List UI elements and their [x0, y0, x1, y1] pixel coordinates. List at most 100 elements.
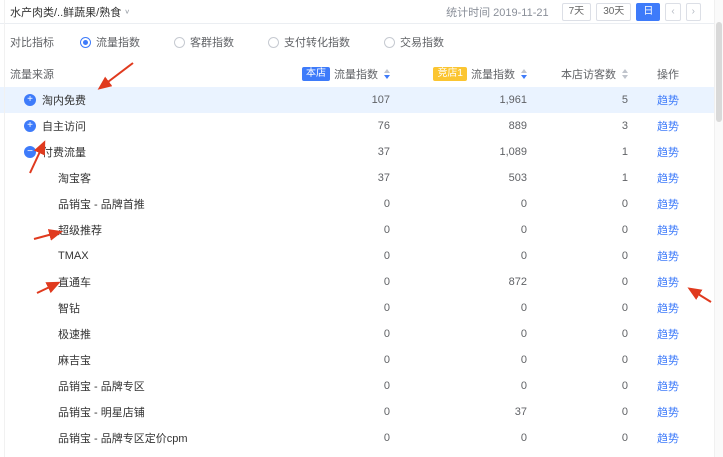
source-cell: 超级推荐 — [10, 222, 280, 238]
own-visitors-value: 1 — [527, 146, 628, 158]
source-cell: 极速推 — [10, 326, 280, 342]
radio-traffic-index[interactable]: 流量指数 — [80, 34, 140, 50]
own-visitors-value: 0 — [527, 224, 628, 236]
traffic-source-label: 品销宝 - 品牌专区定价cpm — [58, 430, 188, 446]
own-index-value: 37 — [280, 172, 390, 184]
own-visitors-value: 1 — [527, 172, 628, 184]
trend-link[interactable]: 趋势 — [657, 303, 679, 315]
traffic-source-label: 淘内免费 — [42, 92, 86, 108]
table-row[interactable]: 品销宝 - 明星店铺 0 37 0 趋势 — [0, 399, 723, 425]
table-row[interactable]: − 付费流量 37 1,089 1 趋势 — [0, 139, 723, 165]
table-row[interactable]: 超级推荐 0 0 0 趋势 — [0, 217, 723, 243]
category-breadcrumb[interactable]: 水产肉类/..鲜蔬果/熟食 ∨ — [10, 4, 130, 20]
table-row[interactable]: + 淘内免费 107 1,961 5 趋势 — [0, 87, 723, 113]
own-visitors-value: 0 — [527, 432, 628, 444]
own-visitors-value: 0 — [527, 380, 628, 392]
table-row[interactable]: 品销宝 - 品牌专区定价cpm 0 0 0 趋势 — [0, 425, 723, 451]
prev-day-button[interactable]: ‹ — [665, 3, 680, 21]
page-left-edge — [4, 0, 5, 457]
competitor-index-value: 1,961 — [390, 94, 527, 106]
trend-link[interactable]: 趋势 — [657, 251, 679, 263]
source-cell: 品销宝 - 品牌首推 — [10, 196, 280, 212]
compare-metric-row: 对比指标 流量指数 客群指数 支付转化指数 交易指数 — [0, 24, 723, 60]
competitor-index-value: 0 — [390, 224, 527, 236]
table-row[interactable]: + 自主访问 76 889 3 趋势 — [0, 113, 723, 139]
own-visitors-value: 5 — [527, 94, 628, 106]
table-row[interactable]: 品销宝 - 品牌首推 0 0 0 趋势 — [0, 191, 723, 217]
expand-toggle-icon[interactable]: + — [24, 120, 36, 132]
traffic-source-label: 自主访问 — [42, 118, 86, 134]
radio-transaction-index[interactable]: 交易指数 — [384, 34, 444, 50]
competitor-index-value: 872 — [390, 276, 527, 288]
radio-icon — [384, 37, 395, 48]
next-day-button[interactable]: › — [686, 3, 701, 21]
traffic-source-label: 极速推 — [58, 326, 91, 342]
trend-link[interactable]: 趋势 — [657, 355, 679, 367]
traffic-source-label: 超级推荐 — [58, 222, 102, 238]
table-row[interactable]: TMAX 0 0 0 趋势 — [0, 243, 723, 269]
own-visitors-value: 0 — [527, 328, 628, 340]
compare-metric-label: 对比指标 — [10, 34, 54, 50]
own-index-value: 0 — [280, 302, 390, 314]
competitor-index-value: 0 — [390, 354, 527, 366]
trend-link[interactable]: 趋势 — [657, 173, 679, 185]
table-row[interactable]: 极速推 0 0 0 趋势 — [0, 321, 723, 347]
trend-link[interactable]: 趋势 — [657, 381, 679, 393]
column-action: 操作 — [628, 66, 708, 82]
own-index-value: 0 — [280, 354, 390, 366]
radio-customer-index[interactable]: 客群指数 — [174, 34, 234, 50]
own-visitors-value: 3 — [527, 120, 628, 132]
range-day-button[interactable]: 日 — [636, 3, 660, 21]
expand-toggle-icon[interactable]: + — [24, 94, 36, 106]
range-7d-button[interactable]: 7天 — [562, 3, 592, 21]
traffic-source-label: 直通车 — [58, 274, 91, 290]
own-index-value: 0 — [280, 198, 390, 210]
own-visitors-label: 本店访客数 — [561, 66, 616, 82]
column-competitor-index: 竞店1 流量指数 — [390, 66, 527, 82]
competitor-index-value: 37 — [390, 406, 527, 418]
expand-toggle-icon[interactable]: − — [24, 146, 36, 158]
traffic-source-label: 品销宝 - 品牌专区 — [58, 378, 145, 394]
own-visitors-value: 0 — [527, 354, 628, 366]
source-cell: 品销宝 - 品牌专区定价cpm — [10, 430, 280, 446]
trend-link[interactable]: 趋势 — [657, 329, 679, 341]
traffic-source-label: 智钻 — [58, 300, 80, 316]
column-own-index: 本店 流量指数 — [280, 66, 390, 82]
trend-link[interactable]: 趋势 — [657, 199, 679, 211]
radio-conversion-index[interactable]: 支付转化指数 — [268, 34, 350, 50]
traffic-source-label: TMAX — [58, 250, 89, 262]
trend-link[interactable]: 趋势 — [657, 121, 679, 133]
own-visitors-value: 0 — [527, 302, 628, 314]
table-row[interactable]: 麻吉宝 0 0 0 趋势 — [0, 347, 723, 373]
traffic-source-label: 付费流量 — [42, 144, 86, 160]
range-30d-button[interactable]: 30天 — [596, 3, 631, 21]
source-cell: − 付费流量 — [10, 144, 280, 160]
table-row[interactable]: 直通车 0 872 0 趋势 — [0, 269, 723, 295]
own-index-value: 107 — [280, 94, 390, 106]
traffic-source-table: 流量来源 本店 流量指数 竞店1 流量指数 本店访客数 操作 + 淘内免费 10… — [0, 60, 723, 451]
competitor-index-value: 0 — [390, 328, 527, 340]
chevron-down-icon: ∨ — [124, 8, 130, 15]
competitor-index-value: 0 — [390, 380, 527, 392]
table-body: + 淘内免费 107 1,961 5 趋势 + 自主访问 76 889 3 趋势… — [0, 87, 723, 451]
source-cell: TMAX — [10, 250, 280, 262]
own-index-value: 0 — [280, 276, 390, 288]
table-row[interactable]: 智钻 0 0 0 趋势 — [0, 295, 723, 321]
source-cell: 麻吉宝 — [10, 352, 280, 368]
own-index-value: 37 — [280, 146, 390, 158]
trend-link[interactable]: 趋势 — [657, 433, 679, 445]
trend-link[interactable]: 趋势 — [657, 95, 679, 107]
trend-link[interactable]: 趋势 — [657, 147, 679, 159]
own-index-value: 0 — [280, 406, 390, 418]
source-cell: 品销宝 - 品牌专区 — [10, 378, 280, 394]
vertical-scrollbar[interactable] — [714, 0, 723, 457]
table-row[interactable]: 淘宝客 37 503 1 趋势 — [0, 165, 723, 191]
table-row[interactable]: 品销宝 - 品牌专区 0 0 0 趋势 — [0, 373, 723, 399]
trend-link[interactable]: 趋势 — [657, 225, 679, 237]
trend-link[interactable]: 趋势 — [657, 277, 679, 289]
trend-link[interactable]: 趋势 — [657, 407, 679, 419]
own-index-value: 76 — [280, 120, 390, 132]
radio-icon — [80, 37, 91, 48]
scrollbar-thumb[interactable] — [716, 22, 722, 122]
competitor-index-value: 889 — [390, 120, 527, 132]
